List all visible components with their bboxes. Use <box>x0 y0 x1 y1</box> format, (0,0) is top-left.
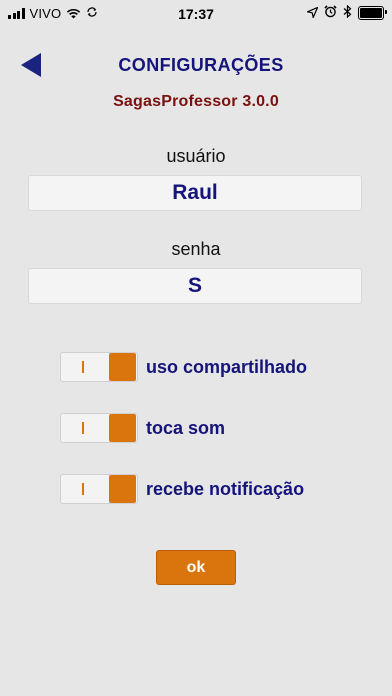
switch-knob <box>109 475 136 503</box>
switch-on-indicator <box>82 483 84 495</box>
toggle-shared-use[interactable]: uso compartilhado <box>60 352 307 382</box>
shared-use-label: uso compartilhado <box>146 356 308 377</box>
switch-on-indicator <box>82 361 84 373</box>
switch-on-indicator <box>82 422 84 434</box>
status-right <box>306 4 387 21</box>
toggle-play-sound[interactable]: toca som <box>60 413 225 443</box>
ok-button[interactable]: ok <box>156 550 236 585</box>
toggle-receive-notification[interactable]: recebe notificação <box>60 474 304 504</box>
receive-notification-switch[interactable] <box>60 474 138 504</box>
username-field[interactable]: Raul <box>28 175 362 211</box>
play-sound-switch[interactable] <box>60 413 138 443</box>
app-version: SagasProfessor 3.0.0 <box>113 93 279 110</box>
shared-use-switch[interactable] <box>60 352 138 382</box>
location-arrow-icon <box>306 6 319 21</box>
switch-knob <box>109 353 136 381</box>
alarm-clock-icon <box>324 5 337 21</box>
receive-notification-label: recebe notificação <box>146 478 305 499</box>
username-label: usuário <box>166 146 226 166</box>
switch-knob <box>109 414 136 442</box>
password-field[interactable]: S <box>28 268 362 304</box>
play-sound-label: toca som <box>146 417 226 438</box>
battery-icon <box>358 6 387 20</box>
password-label: senha <box>171 239 221 259</box>
status-bar: VIVO 17:37 <box>0 0 392 28</box>
bluetooth-icon <box>343 4 352 21</box>
page-title: CONFIGURAÇÕES <box>118 55 284 75</box>
